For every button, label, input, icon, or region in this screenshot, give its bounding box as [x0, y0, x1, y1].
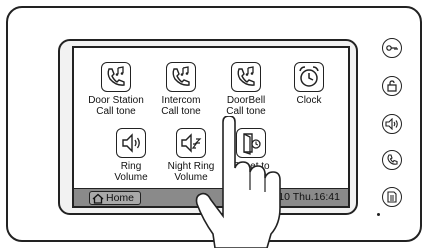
- tile-door-station-call-tone[interactable]: Door Station Call tone: [81, 62, 151, 117]
- menu-button[interactable]: [382, 187, 402, 207]
- tile-label: Door Station Call tone: [88, 95, 144, 117]
- monitor-speaker-icon: [385, 118, 398, 130]
- alarm-clock-icon: [294, 62, 324, 92]
- home-button[interactable]: Home: [89, 191, 142, 205]
- tile-label: Clock: [296, 95, 322, 106]
- tile-label: Intercom Call tone: [161, 95, 201, 117]
- unlock-icon: [387, 80, 397, 92]
- key-icon: [386, 45, 398, 51]
- home-label: Home: [106, 192, 135, 204]
- phone-music-icon: [231, 62, 261, 92]
- key-button[interactable]: [382, 38, 402, 58]
- hand-pointer-icon: [195, 116, 281, 248]
- unlock-button[interactable]: [382, 76, 402, 96]
- menu-icon: [387, 191, 397, 203]
- speaker-volume-icon: [116, 128, 146, 158]
- phone-music-icon: [166, 62, 196, 92]
- phone-music-icon: [101, 62, 131, 92]
- indicator-dot: [377, 213, 380, 216]
- tile-label: DoorBell Call tone: [226, 95, 266, 117]
- tile-clock[interactable]: Clock: [274, 62, 344, 106]
- tile-intercom-call-tone[interactable]: Intercom Call tone: [146, 62, 216, 117]
- tile-doorbell-call-tone[interactable]: DoorBell Call tone: [211, 62, 281, 117]
- call-button[interactable]: [382, 150, 402, 170]
- home-icon: [92, 193, 104, 204]
- monitor-button[interactable]: [382, 114, 402, 134]
- call-icon: [387, 154, 398, 165]
